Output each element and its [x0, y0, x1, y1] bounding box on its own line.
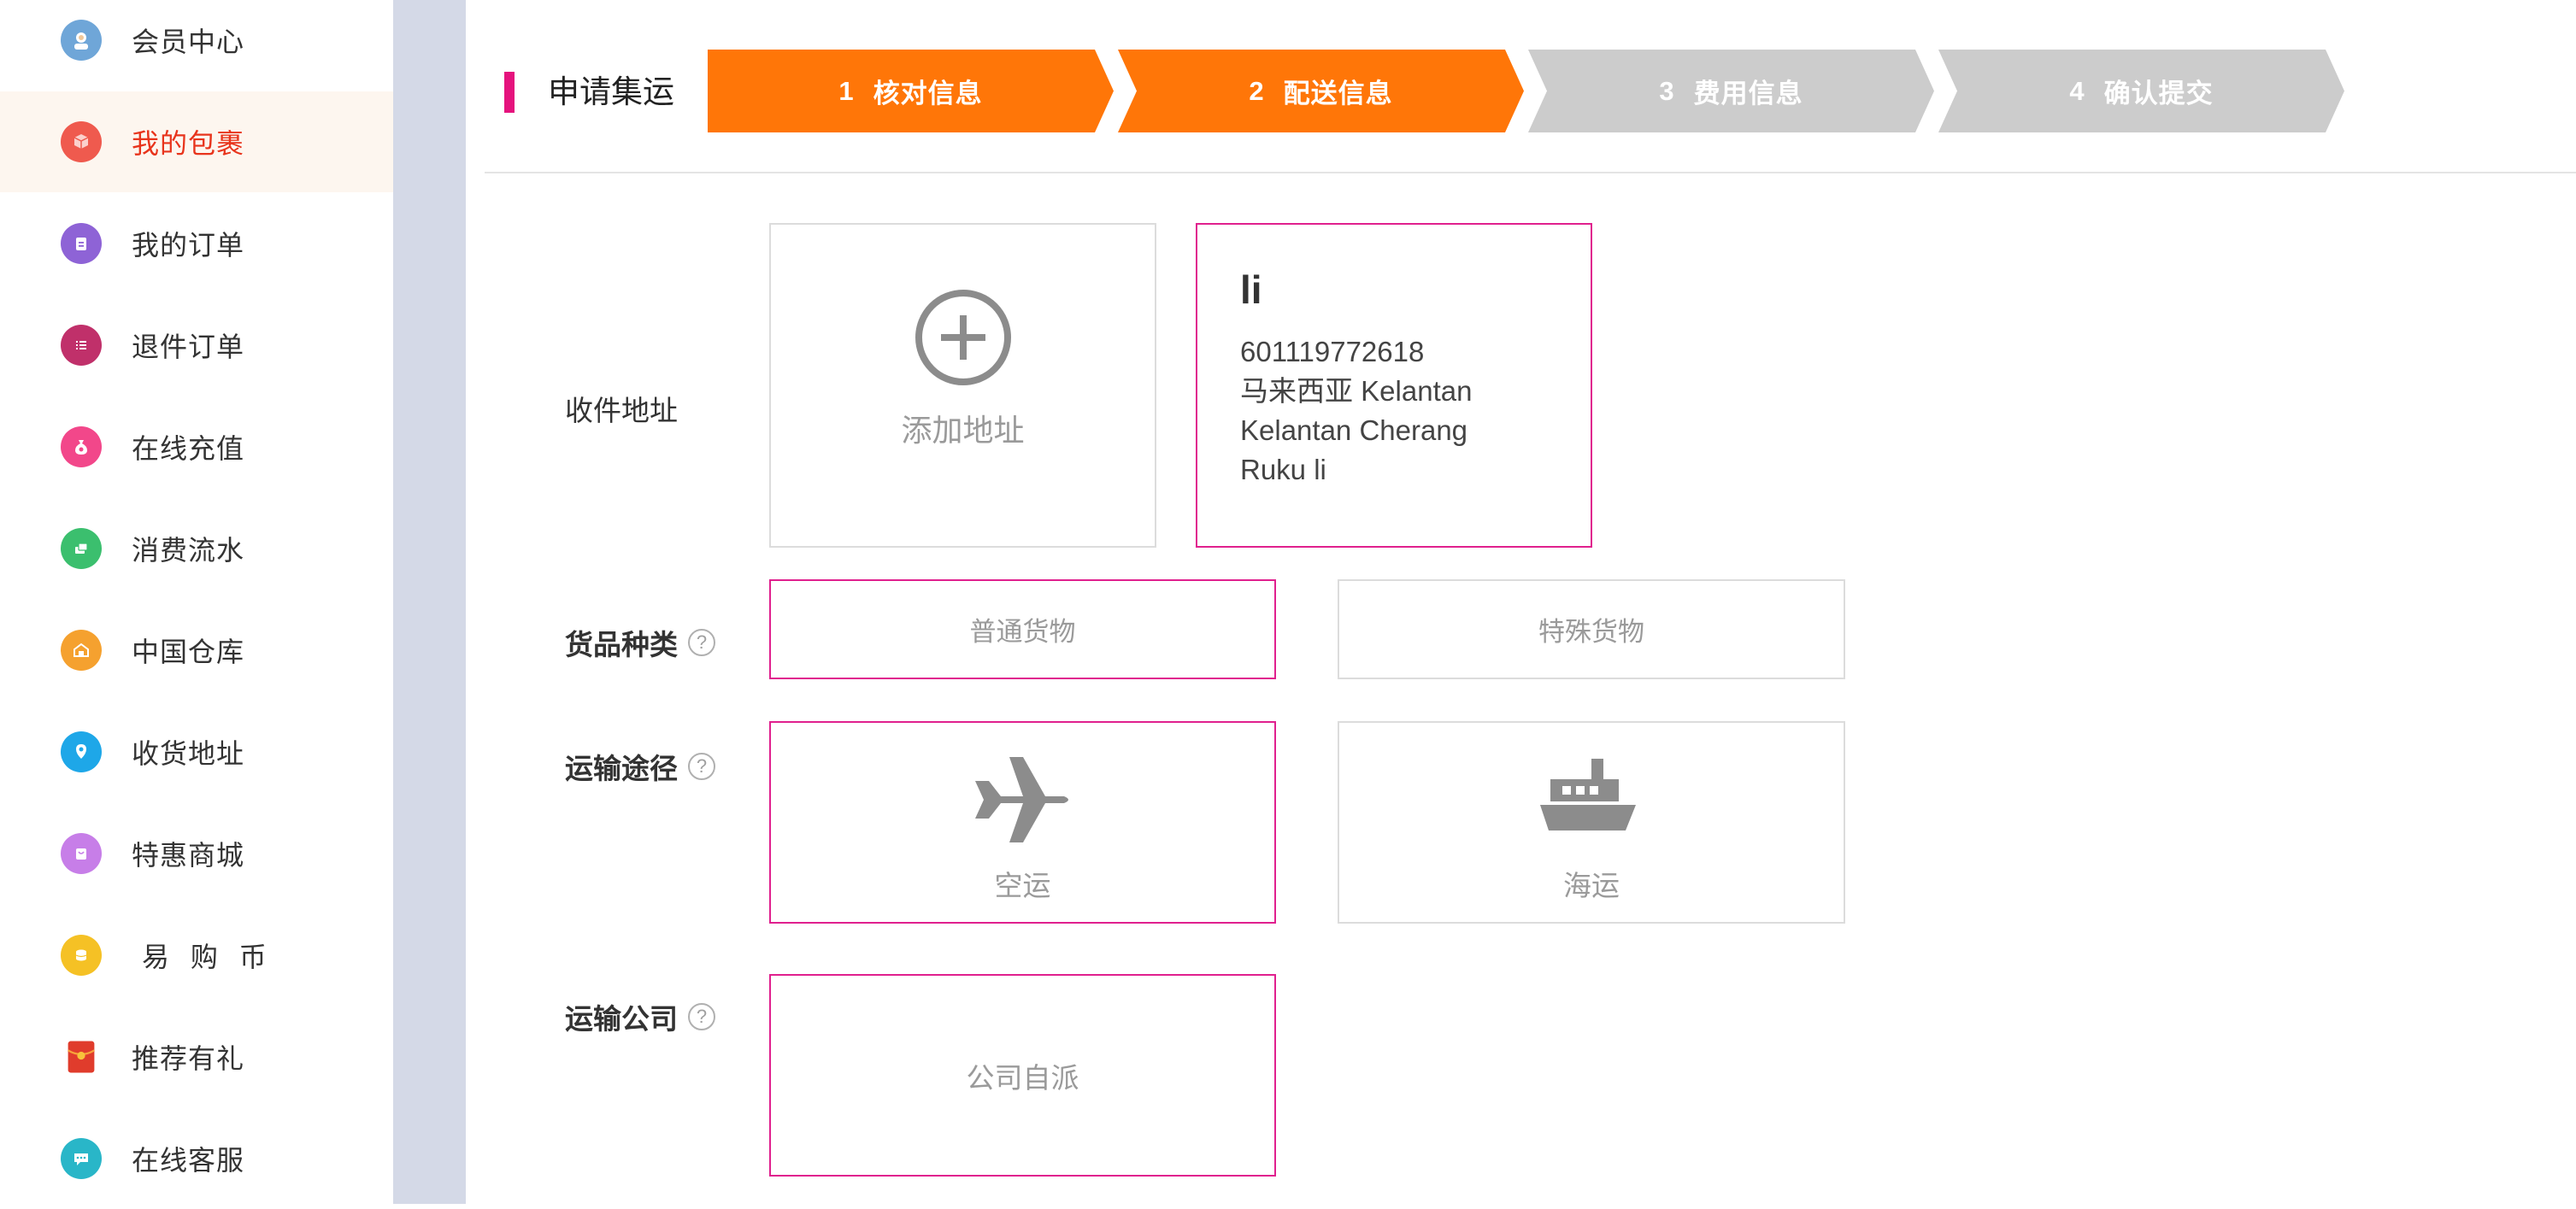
recipient-name: li	[1240, 267, 1262, 312]
coin-icon	[61, 935, 102, 976]
sidebar-item-label: 在线充值	[132, 433, 245, 464]
shop-icon	[61, 833, 102, 874]
sidebar-item-referral[interactable]: 推荐有礼	[0, 1007, 393, 1107]
ship-icon	[1540, 759, 1636, 830]
main-content: 申请集运 1 核对信息 2 配送信息 3 费用信息 4 确认提交 收件地址 添加…	[466, 0, 2576, 1204]
help-icon[interactable]: ?	[688, 629, 715, 656]
sidebar-item-label: 收货地址	[132, 738, 245, 769]
member-icon	[61, 20, 102, 61]
sidebar-item-label: 易 购 币	[142, 942, 273, 972]
route-label: 运输途径 ?	[565, 746, 715, 787]
carrier-label-text: 运输公司	[565, 1003, 678, 1035]
step-number: 3	[1659, 75, 1675, 106]
step-label: 核对信息	[873, 79, 983, 109]
sidebar-item-coins[interactable]: 易 购 币	[0, 905, 393, 1006]
add-address-button[interactable]: 添加地址	[769, 223, 1156, 548]
sidebar-item-label: 推荐有礼	[132, 1043, 245, 1074]
goods-type-label: 货品种类 ?	[565, 622, 715, 663]
sidebar-item-label: 我的订单	[132, 230, 245, 261]
help-icon[interactable]: ?	[688, 753, 715, 780]
recipient-phone: 601119772618	[1240, 336, 1425, 367]
help-icon[interactable]: ?	[688, 1003, 715, 1030]
route-option-sea[interactable]: 海运	[1338, 721, 1845, 924]
sidebar-item-my-packages[interactable]: 我的包裹	[0, 91, 393, 192]
sidebar-item-label: 我的包裹	[132, 128, 245, 159]
step-number: 2	[1249, 75, 1265, 106]
carrier-option-company[interactable]: 公司自派	[769, 974, 1276, 1177]
sidebar-item-label: 在线客服	[132, 1145, 245, 1176]
sidebar-item-return-orders[interactable]: 退件订单	[0, 295, 393, 396]
package-icon	[61, 121, 102, 162]
location-icon	[61, 731, 102, 772]
step-4[interactable]: 4 确认提交	[1938, 50, 2344, 132]
layout-gutter	[393, 0, 466, 1204]
address-line-2: Kelantan Cherang	[1240, 414, 1468, 446]
sidebar-item-transactions[interactable]: 消费流水	[0, 498, 393, 599]
goods-option-special[interactable]: 特殊货物	[1338, 579, 1845, 679]
page-title: 申请集运	[548, 74, 674, 109]
sidebar-item-label: 会员中心	[132, 26, 245, 57]
sidebar-item-shipping-address[interactable]: 收货地址	[0, 701, 393, 802]
order-icon	[61, 223, 102, 264]
bills-icon	[61, 528, 102, 569]
sidebar-item-china-warehouse[interactable]: 中国仓库	[0, 600, 393, 701]
sidebar-item-discount-mall[interactable]: 特惠商城	[0, 803, 393, 904]
route-label-text: 运输途径	[565, 753, 678, 784]
route-option-label: 海运	[1563, 870, 1620, 901]
sidebar-item-member-center[interactable]: 会员中心	[0, 0, 393, 91]
goods-option-normal[interactable]: 普通货物	[769, 579, 1276, 679]
address-label: 收件地址	[565, 395, 678, 426]
step-2[interactable]: 2 配送信息	[1118, 50, 1524, 132]
sidebar-item-label: 消费流水	[132, 535, 245, 566]
sidebar-item-online-support[interactable]: 在线客服	[0, 1108, 393, 1209]
sidebar-item-label: 特惠商城	[132, 840, 245, 871]
chat-icon	[61, 1138, 102, 1179]
step-number: 4	[2069, 75, 2085, 106]
sidebar-item-online-recharge[interactable]: 在线充值	[0, 396, 393, 497]
sidebar-item-label: 退件订单	[132, 332, 245, 362]
step-3[interactable]: 3 费用信息	[1528, 50, 1934, 132]
redpacket-icon	[61, 1036, 102, 1077]
airplane-icon	[974, 757, 1068, 842]
sidebar-item-label: 中国仓库	[132, 637, 245, 667]
title-accent-bar	[504, 72, 515, 113]
step-label: 确认提交	[2103, 79, 2214, 109]
step-label: 费用信息	[1693, 79, 1803, 109]
return-icon	[61, 325, 102, 366]
sidebar-item-my-orders[interactable]: 我的订单	[0, 193, 393, 294]
add-circle-icon	[915, 290, 1011, 385]
sidebar: 会员中心 我的包裹 我的订单 退件订单 在线充值 消费流水 中国仓库 收货地址 …	[0, 0, 393, 1204]
step-number: 1	[838, 75, 855, 106]
route-option-label: 空运	[994, 870, 1051, 901]
moneybag-icon	[61, 426, 102, 467]
step-1[interactable]: 1 核对信息	[708, 50, 1114, 132]
address-line-1: 马来西亚 Kelantan	[1240, 375, 1473, 407]
goods-type-label-text: 货品种类	[565, 629, 678, 660]
header-divider	[485, 172, 2576, 173]
carrier-label: 运输公司 ?	[565, 996, 715, 1037]
step-label: 配送信息	[1283, 79, 1393, 109]
address-line-3: Ruku li	[1240, 454, 1326, 485]
warehouse-icon	[61, 630, 102, 671]
add-address-label: 添加地址	[901, 413, 1025, 448]
step-progress: 1 核对信息 2 配送信息 3 费用信息 4 确认提交	[708, 50, 2344, 132]
route-option-air[interactable]: 空运	[769, 721, 1276, 924]
address-card-selected[interactable]: li 601119772618 马来西亚 Kelantan Kelantan C…	[1196, 223, 1592, 548]
